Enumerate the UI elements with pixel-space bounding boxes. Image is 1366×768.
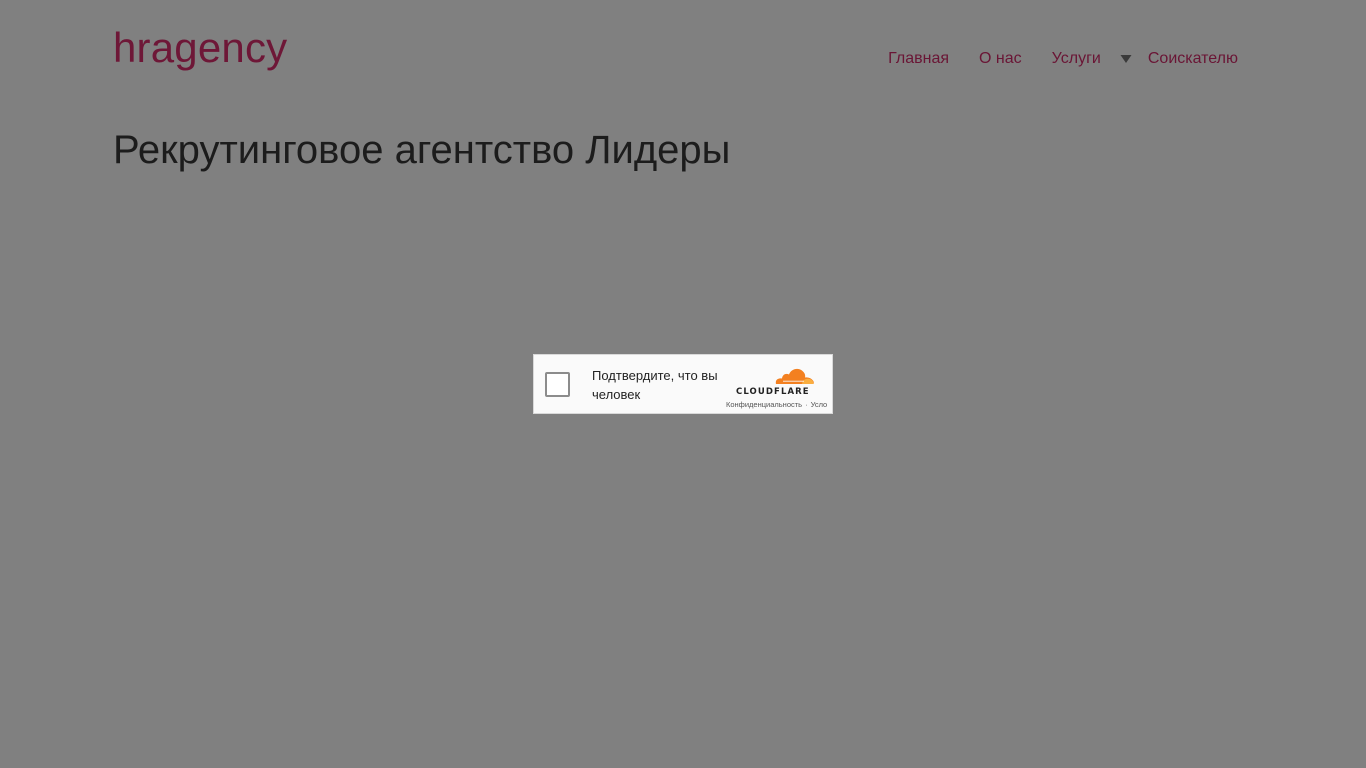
privacy-link[interactable]: Конфиденциальность — [726, 400, 802, 409]
nav-item-about[interactable]: О нас — [979, 48, 1022, 70]
site-logo[interactable]: hragency — [113, 24, 287, 72]
nav-item-services[interactable]: Услуги — [1052, 48, 1101, 70]
page-title: Рекрутинговое агентство Лидеры — [113, 128, 731, 172]
captcha-checkbox[interactable] — [545, 372, 570, 397]
captcha-widget: Подтвердите, что вы человек CLOUDFLARE К… — [533, 354, 833, 414]
terms-link[interactable]: Усло — [811, 400, 828, 409]
cloud-icon — [775, 368, 814, 384]
link-separator: · — [805, 400, 808, 409]
captcha-links: Конфиденциальность · Усло — [726, 400, 827, 409]
cloudflare-wordmark: CLOUDFLARE — [736, 387, 810, 397]
nav-item-candidates[interactable]: Соискателю — [1148, 48, 1238, 70]
cloudflare-logo: CLOUDFLARE — [734, 367, 818, 399]
nav-item-home[interactable]: Главная — [888, 48, 949, 70]
chevron-down-icon[interactable] — [1119, 48, 1133, 70]
main-nav: Главная О нас Услуги Соискателю — [888, 48, 1238, 70]
captcha-label: Подтвердите, что вы человек — [592, 368, 718, 402]
nav-dropdown-services: Услуги — [1052, 48, 1132, 70]
site-header: hragency Главная О нас Услуги Соискателю — [0, 0, 1366, 100]
